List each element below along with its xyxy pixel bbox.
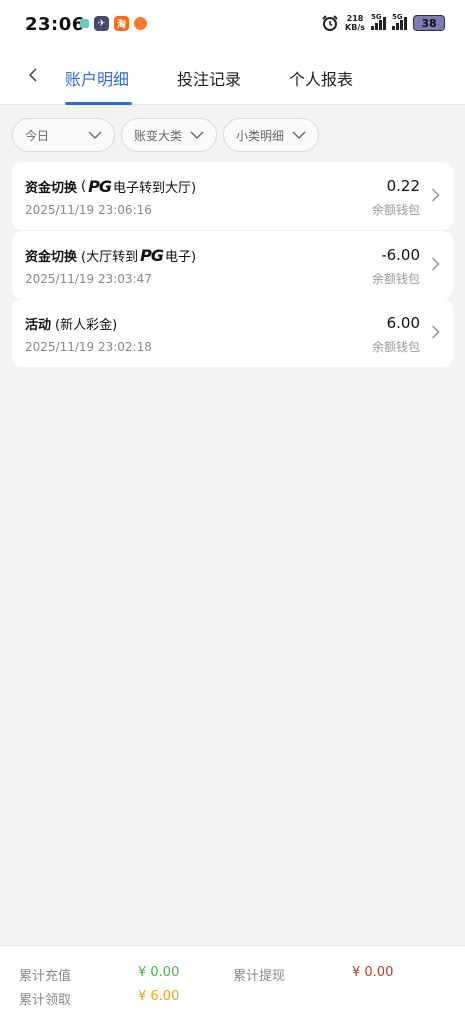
- chevron-down-icon: [292, 131, 306, 139]
- record-amount: -6.00: [381, 246, 420, 264]
- total-recharge-label: 累计充值: [19, 969, 72, 984]
- app-notification-icon: [80, 19, 89, 28]
- total-withdraw-value: ¥ 0.00: [352, 965, 394, 980]
- transaction-record[interactable]: 资金切换 ( PG 电子转到大厅) 2025/11/19 23:06:16 0.…: [12, 162, 453, 230]
- total-claim-label: 累计领取: [19, 993, 72, 1008]
- back-arrow-icon[interactable]: [24, 64, 44, 86]
- notification-icons: ✈ 淘: [80, 16, 147, 31]
- tab-bet-records[interactable]: 投注记录: [177, 66, 241, 90]
- signal-strength-sim1-icon: 5G: [371, 13, 386, 30]
- orange-app-icon: [134, 17, 147, 30]
- pg-logo: PG: [140, 246, 164, 265]
- battery-icon: 38: [413, 15, 445, 31]
- rocket-app-icon: ✈: [94, 16, 109, 31]
- category-filter-label: 账变大类: [134, 128, 183, 143]
- total-withdraw-label: 累计提现: [233, 969, 286, 984]
- record-title: 资金切换 (大厅转到 PG 电子): [25, 246, 197, 265]
- record-amount: 6.00: [386, 314, 420, 332]
- chevron-down-icon: [190, 131, 204, 139]
- total-recharge-value: ¥ 0.00: [138, 965, 180, 980]
- signal-strength-sim2-icon: 5G: [392, 13, 407, 30]
- pg-logo: PG: [88, 177, 112, 196]
- taobao-app-icon: 淘: [114, 16, 129, 31]
- transaction-record[interactable]: 活动 (新人彩金) 2025/11/19 23:02:18 6.00 余额钱包: [12, 299, 453, 367]
- chevron-right-icon: [431, 257, 440, 271]
- summary-footer: 累计充值 ¥ 0.00 累计提现 ¥ 0.00 累计领取 ¥ 6.00: [0, 945, 465, 1024]
- subcategory-filter-label: 小类明细: [236, 128, 285, 143]
- total-claim-value: ¥ 6.00: [138, 989, 180, 1004]
- date-filter-dropdown[interactable]: 今日: [12, 118, 115, 152]
- chevron-right-icon: [431, 188, 440, 202]
- system-icons: 218 KB/s 5G 5G 38: [321, 13, 445, 32]
- status-bar: 23:06 ✈ 淘 218 KB/s 5G 5G 38: [0, 0, 465, 50]
- subcategory-filter-dropdown[interactable]: 小类明细: [223, 118, 319, 152]
- tab-account-details[interactable]: 账户明细: [65, 66, 129, 90]
- record-time: 2025/11/19 23:03:47: [25, 272, 152, 286]
- record-amount: 0.22: [386, 177, 420, 195]
- filter-bar: 今日 账变大类 小类明细: [12, 118, 319, 152]
- chevron-right-icon: [431, 325, 440, 339]
- tab-personal-report[interactable]: 个人报表: [289, 66, 353, 90]
- record-title: 活动 (新人彩金): [25, 318, 118, 333]
- record-wallet: 余额钱包: [371, 203, 420, 217]
- record-time: 2025/11/19 23:06:16: [25, 203, 152, 217]
- record-wallet: 余额钱包: [371, 272, 420, 286]
- header-nav: 账户明细 投注记录 个人报表: [0, 50, 465, 105]
- record-time: 2025/11/19 23:02:18: [25, 340, 152, 354]
- status-time: 23:06: [25, 14, 85, 35]
- alarm-icon: [322, 15, 338, 31]
- active-tab-indicator: [65, 102, 132, 105]
- transaction-record[interactable]: 资金切换 (大厅转到 PG 电子) 2025/11/19 23:03:47 -6…: [12, 231, 453, 299]
- date-filter-label: 今日: [25, 128, 50, 143]
- record-wallet: 余额钱包: [371, 340, 420, 354]
- category-filter-dropdown[interactable]: 账变大类: [121, 118, 217, 152]
- chevron-down-icon: [88, 131, 102, 139]
- record-title: 资金切换 ( PG 电子转到大厅): [25, 177, 197, 196]
- network-speed: 218 KB/s: [345, 14, 365, 32]
